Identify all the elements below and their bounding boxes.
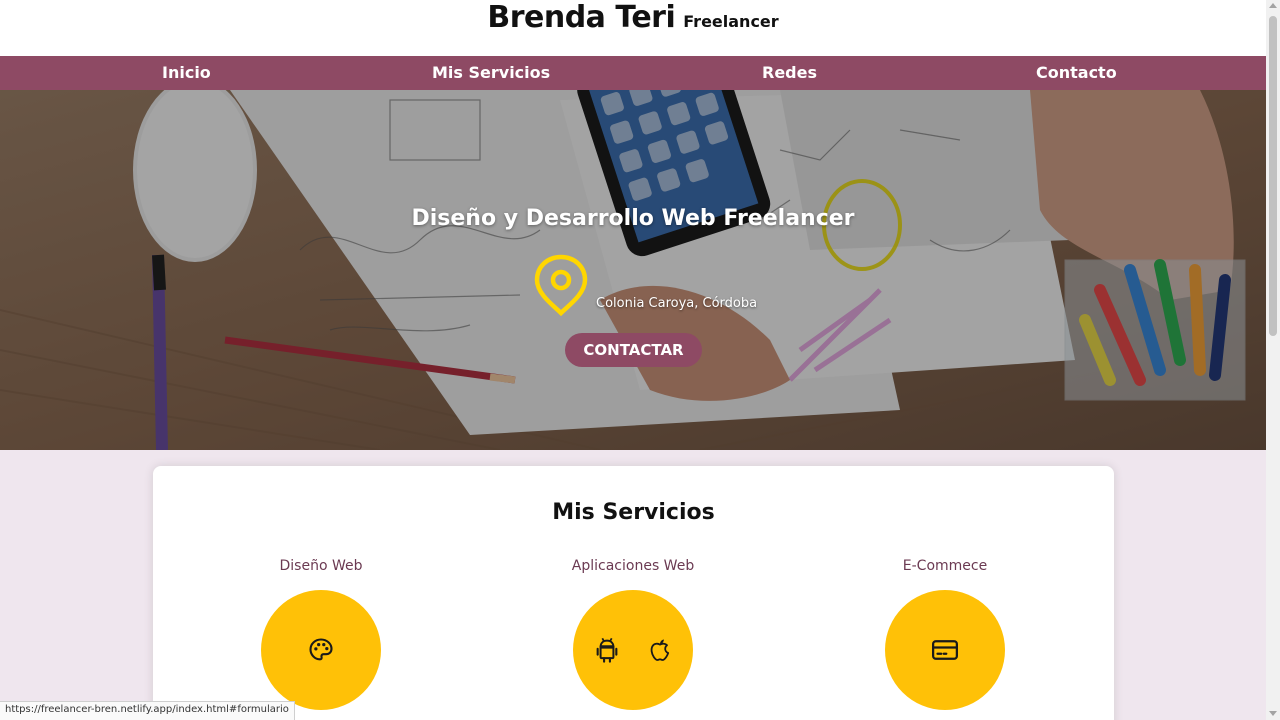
service-e-commece[interactable]: E-Commece (845, 558, 1045, 710)
services-section: Mis Servicios Diseño Web Aplicaciones We… (153, 466, 1114, 720)
service-label: E-Commece (902, 558, 988, 574)
contactar-button[interactable]: CONTACTAR (565, 333, 702, 367)
hero-background-image (0, 90, 1266, 450)
hero-section: Diseño y Desarrollo Web Freelancer Colon… (0, 90, 1266, 450)
brand-subtitle: Freelancer (683, 12, 779, 31)
site-header: Brenda Teri Freelancer (0, 0, 1266, 56)
location-text: Colonia Caroya, Córdoba (596, 296, 758, 311)
hero-title: Diseño y Desarrollo Web Freelancer (411, 206, 855, 231)
credit-card-icon (932, 640, 958, 660)
services-title: Mis Servicios (552, 500, 715, 525)
service-circle[interactable] (573, 590, 693, 710)
status-bar-url: https://freelancer-bren.netlify.app/inde… (0, 701, 295, 720)
brand-name: Brenda Teri (487, 0, 676, 35)
nav-item-inicio[interactable]: Inicio (162, 63, 211, 82)
apple-icon (650, 639, 670, 661)
service-circle[interactable] (885, 590, 1005, 710)
scroll-down-arrow-icon[interactable] (1269, 711, 1277, 716)
map-pin-icon (534, 254, 588, 316)
scrollbar-thumb[interactable] (1269, 16, 1277, 336)
service-aplicaciones-web[interactable]: Aplicaciones Web (533, 558, 733, 710)
nav-item-redes[interactable]: Redes (762, 63, 817, 82)
service-label: Aplicaciones Web (571, 558, 695, 574)
nav-item-mis-servicios[interactable]: Mis Servicios (432, 63, 550, 82)
nav-item-contacto[interactable]: Contacto (1036, 63, 1117, 82)
main-nav: Inicio Mis Servicios Redes Contacto (0, 56, 1266, 90)
service-circle[interactable] (261, 590, 381, 710)
palette-icon (309, 638, 333, 661)
service-label: Diseño Web (279, 558, 363, 574)
brand: Brenda Teri Freelancer (487, 0, 778, 35)
android-icon (596, 637, 618, 663)
scroll-up-arrow-icon[interactable] (1269, 3, 1277, 8)
page-scrollbar[interactable] (1266, 0, 1280, 720)
service-diseno-web[interactable]: Diseño Web (221, 558, 421, 710)
